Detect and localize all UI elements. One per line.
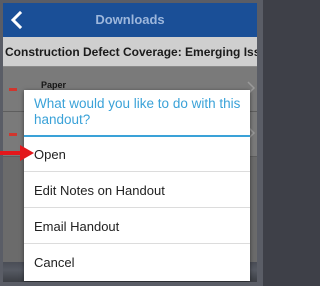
chevron-left-icon	[10, 10, 23, 30]
app-bar: Downloads	[3, 3, 257, 37]
app-frame: Downloads Construction Defect Coverage: …	[0, 0, 263, 286]
list-item-label: Paper	[41, 80, 67, 90]
dialog-title: What would you like to do with this hand…	[34, 96, 241, 127]
file-marker-icon	[9, 133, 17, 136]
page-title: Downloads	[95, 12, 165, 27]
handout-action-dialog: What would you like to do with this hand…	[24, 90, 250, 281]
back-button[interactable]	[3, 3, 31, 37]
red-arrow-icon	[0, 145, 34, 161]
cancel-option[interactable]: Cancel	[24, 245, 250, 280]
edit-notes-option[interactable]: Edit Notes on Handout	[24, 173, 250, 208]
open-option[interactable]: Open	[24, 137, 250, 172]
email-handout-option[interactable]: Email Handout	[24, 209, 250, 244]
presentation-title: Construction Defect Coverage: Emerging I…	[3, 37, 257, 67]
file-marker-icon	[9, 88, 17, 91]
